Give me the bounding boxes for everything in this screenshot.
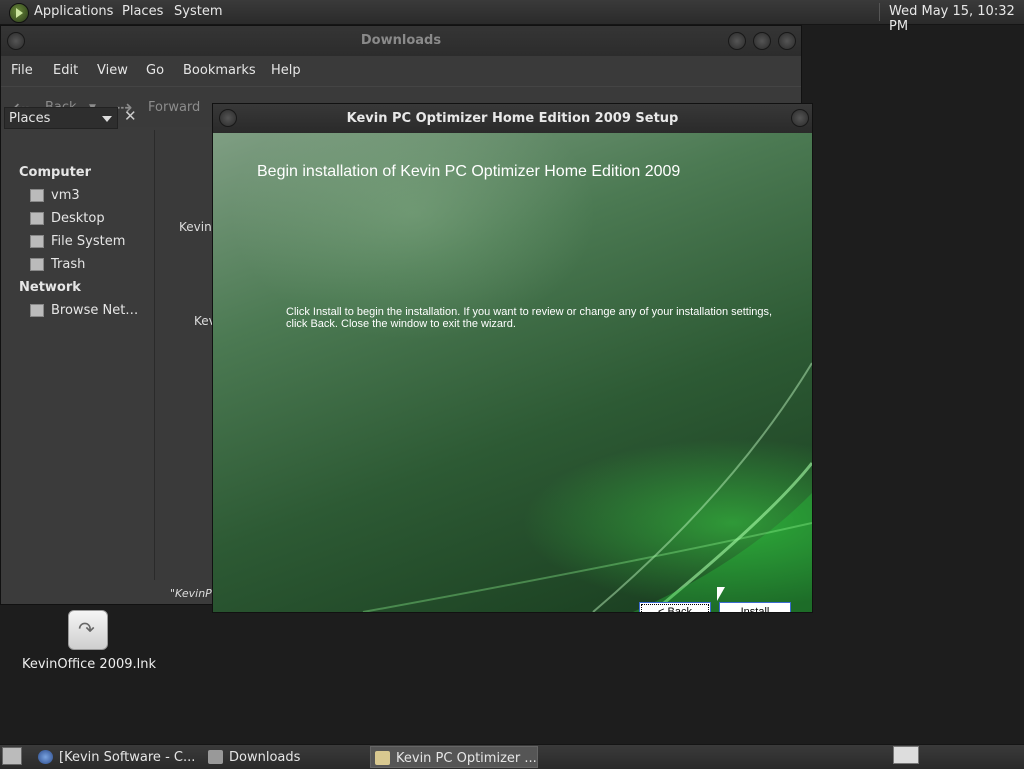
shortcut-file-icon[interactable]: [68, 610, 108, 650]
desktop-icon: [30, 212, 44, 225]
install-button[interactable]: Install: [719, 602, 791, 612]
maximize-icon[interactable]: [753, 32, 771, 50]
sidebar-item-label: Trash: [51, 257, 86, 272]
taskbar-item-downloads[interactable]: Downloads: [204, 746, 364, 768]
close-icon[interactable]: [778, 32, 796, 50]
sidebar-heading-network: Network: [19, 280, 81, 295]
status-text: "KevinP: [170, 587, 212, 600]
sidebar-close-icon[interactable]: ✕: [124, 107, 137, 125]
bottom-taskbar: [Kevin Software - C... Downloads Kevin P…: [0, 744, 1024, 769]
sidebar-item-label: vm3: [51, 188, 80, 203]
top-panel: Applications Places System Wed May 15, 1…: [0, 0, 1024, 34]
taskbar-item-label: [Kevin Software - C...: [59, 750, 196, 765]
taskbar-item-installer[interactable]: Kevin PC Optimizer ...: [370, 746, 538, 768]
sidebar-item-label: File System: [51, 234, 126, 249]
applications-logo-icon[interactable]: [9, 3, 29, 23]
clock[interactable]: Wed May 15, 10:32 PM: [889, 4, 1024, 34]
menubar: File Edit View Go Bookmarks Help: [1, 56, 801, 86]
installer-description-line: click Back. Close the window to exit the…: [286, 318, 516, 330]
file-item-label[interactable]: Kevin: [179, 220, 212, 234]
back-button[interactable]: < Back: [639, 602, 711, 612]
close-icon[interactable]: [791, 109, 809, 127]
menu-file[interactable]: File: [11, 63, 33, 78]
mouse-cursor-icon: [717, 587, 725, 601]
menu-go[interactable]: Go: [146, 63, 164, 78]
forward-button[interactable]: Forward: [148, 100, 200, 115]
installer-description: Click Install to begin the installation.…: [286, 306, 786, 330]
home-folder-icon: [30, 189, 44, 202]
places-selector-label: Places: [9, 111, 51, 126]
menu-edit[interactable]: Edit: [53, 63, 78, 78]
menu-places[interactable]: Places: [122, 4, 163, 19]
taskbar-item-label: Kevin PC Optimizer ...: [396, 751, 537, 766]
menu-bookmarks[interactable]: Bookmarks: [183, 63, 256, 78]
dropdown-arrow-icon: [102, 116, 112, 122]
installer-titlebar[interactable]: Kevin PC Optimizer Home Edition 2009 Set…: [213, 104, 812, 133]
file-manager-titlebar[interactable]: Downloads: [1, 26, 801, 56]
swoosh-background: [362, 362, 812, 612]
trash-icon: [30, 258, 44, 271]
taskbar-item-browser[interactable]: [Kevin Software - C...: [34, 746, 200, 768]
network-icon: [30, 304, 44, 317]
browser-icon: [38, 750, 53, 764]
drive-icon: [30, 235, 44, 248]
sidebar-item-label: Browse Net…: [51, 303, 139, 318]
installer-body: Begin installation of Kevin PC Optimizer…: [213, 133, 812, 612]
places-selector[interactable]: Places: [4, 107, 118, 129]
desktop-icon-label[interactable]: KevinOffice 2009.lnk: [14, 657, 164, 672]
workspace-switcher[interactable]: [893, 746, 919, 764]
menu-applications[interactable]: Applications: [34, 4, 113, 19]
panel-separator: [879, 3, 880, 21]
sidebar-item-label: Desktop: [51, 211, 105, 226]
menu-system[interactable]: System: [174, 4, 222, 19]
taskbar-item-label: Downloads: [229, 750, 301, 765]
installer-dialog: Kevin PC Optimizer Home Edition 2009 Set…: [212, 103, 813, 613]
installer-icon: [375, 751, 390, 765]
installer-description-line: Click Install to begin the installation.…: [286, 306, 773, 318]
file-view-pane[interactable]: [154, 130, 215, 580]
folder-icon: [208, 750, 223, 764]
minimize-icon[interactable]: [728, 32, 746, 50]
menu-view[interactable]: View: [97, 63, 128, 78]
file-manager-title: Downloads: [360, 33, 442, 48]
show-desktop-icon[interactable]: [2, 747, 22, 765]
installer-title: Kevin PC Optimizer Home Edition 2009 Set…: [346, 111, 679, 126]
installer-heading: Begin installation of Kevin PC Optimizer…: [257, 163, 681, 180]
menu-help[interactable]: Help: [271, 63, 301, 78]
sidebar-heading-computer: Computer: [19, 165, 92, 180]
